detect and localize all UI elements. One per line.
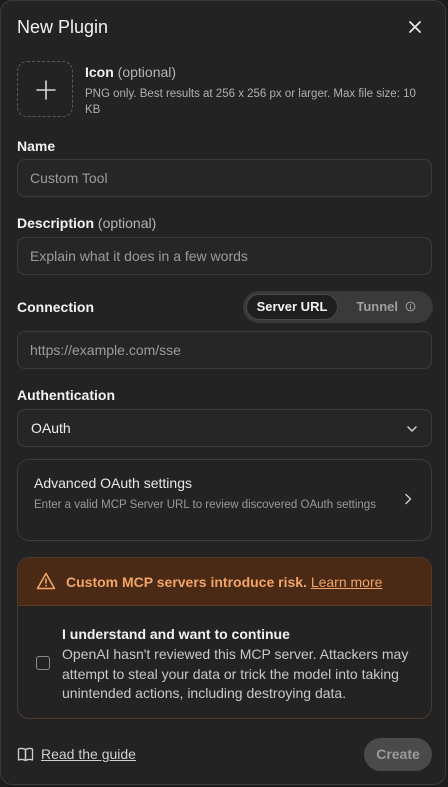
description-label: Description (optional) <box>17 215 156 231</box>
icon-upload-button[interactable] <box>17 61 73 117</box>
authentication-label: Authentication <box>17 387 115 403</box>
advanced-oauth-description: Enter a valid MCP Server URL to review d… <box>34 499 376 511</box>
dialog-header: New Plugin <box>17 15 429 43</box>
icon-field-label: Icon (optional) <box>85 64 176 80</box>
create-button[interactable]: Create <box>364 738 432 771</box>
server-url-input[interactable]: https://example.com/sse <box>17 331 432 369</box>
plus-icon <box>36 80 56 100</box>
authentication-select[interactable]: OAuth <box>17 409 432 447</box>
icon-hint: PNG only. Best results at 256 x 256 px o… <box>85 88 416 116</box>
close-icon <box>409 21 421 33</box>
icon-label-text: Icon <box>85 64 114 80</box>
info-icon <box>405 301 416 312</box>
consent-checkbox[interactable] <box>36 656 50 670</box>
risk-warning-card: Custom MCP servers introduce risk. Learn… <box>17 557 432 719</box>
description-input[interactable]: Explain what it does in a few words <box>17 237 432 275</box>
description-optional-text: (optional) <box>97 215 157 231</box>
risk-warning-text: Custom MCP servers introduce risk. Learn… <box>66 574 382 590</box>
name-input[interactable]: Custom Tool <box>17 159 432 197</box>
close-button[interactable] <box>407 19 427 39</box>
risk-warning-banner: Custom MCP servers introduce risk. Learn… <box>18 558 431 606</box>
advanced-oauth-settings[interactable]: Advanced OAuth settings Enter a valid MC… <box>17 459 432 541</box>
chevron-right-icon <box>405 493 412 505</box>
connection-type-toggle: Server URL Tunnel <box>243 291 433 323</box>
risk-warning-message: Custom MCP servers introduce risk. <box>66 574 307 590</box>
tab-server-url[interactable]: Server URL <box>246 294 338 320</box>
chevron-down-icon <box>407 426 417 432</box>
read-guide-label: Read the guide <box>41 746 136 762</box>
book-icon <box>17 747 34 762</box>
authentication-value: OAuth <box>31 420 71 436</box>
icon-optional-text: (optional) <box>117 64 177 80</box>
name-label: Name <box>17 138 56 154</box>
advanced-oauth-title: Advanced OAuth settings <box>34 475 192 491</box>
consent-title: I understand and want to continue <box>62 626 290 642</box>
consent-body: OpenAI hasn't reviewed this MCP server. … <box>62 646 409 701</box>
description-label-text: Description <box>17 215 95 231</box>
new-plugin-dialog: New Plugin Icon (optional) PNG only. Bes… <box>0 0 446 785</box>
dialog-title: New Plugin <box>17 17 109 37</box>
learn-more-link[interactable]: Learn more <box>311 574 383 590</box>
tab-tunnel[interactable]: Tunnel <box>343 294 429 320</box>
tab-tunnel-label: Tunnel <box>356 299 398 314</box>
connection-label: Connection <box>17 299 94 315</box>
warning-icon <box>36 572 56 590</box>
